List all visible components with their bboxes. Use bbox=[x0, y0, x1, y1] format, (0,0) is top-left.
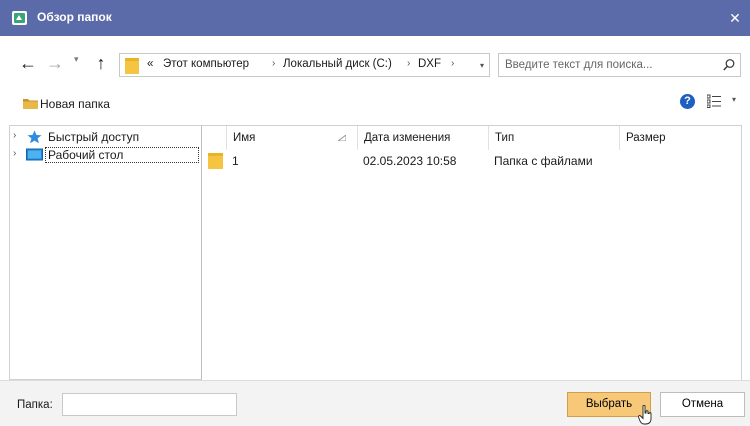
star-icon bbox=[27, 130, 42, 144]
table-row[interactable]: 1 02.05.2023 10:58 Папка с файлами bbox=[202, 150, 741, 172]
cursor-icon bbox=[638, 405, 652, 425]
sort-icon bbox=[338, 135, 346, 141]
row-name: 1 bbox=[232, 154, 239, 168]
file-list: Имя Дата изменения Тип Размер 1 02.05.20… bbox=[202, 125, 742, 380]
window-title: Обзор папок bbox=[37, 10, 112, 24]
row-date: 02.05.2023 10:58 bbox=[363, 154, 457, 168]
search-input[interactable] bbox=[505, 57, 715, 73]
forward-arrow-icon[interactable]: → bbox=[44, 52, 66, 74]
desktop-icon bbox=[26, 148, 43, 161]
breadcrumb-local-disk[interactable]: Локальный диск (C:) bbox=[283, 58, 392, 70]
close-icon[interactable]: ✕ bbox=[720, 0, 750, 36]
folder-input[interactable] bbox=[62, 393, 237, 416]
cancel-button[interactable]: Отмена bbox=[660, 392, 745, 417]
breadcrumb-separator[interactable]: › bbox=[407, 58, 410, 69]
tree-item-quick-access[interactable]: › Быстрый доступ bbox=[10, 128, 201, 146]
column-header-size[interactable]: Размер bbox=[619, 126, 741, 150]
expand-icon[interactable]: › bbox=[13, 148, 16, 159]
view-dropdown[interactable]: ▾ bbox=[732, 95, 736, 104]
folder-icon bbox=[125, 58, 139, 74]
help-icon[interactable]: ? bbox=[680, 94, 695, 109]
new-folder-label: Новая папка bbox=[40, 97, 110, 111]
tree-item-label: Быстрый доступ bbox=[48, 130, 140, 144]
column-header-row: Имя Дата изменения Тип Размер bbox=[202, 126, 741, 150]
search-box bbox=[498, 53, 741, 77]
recent-locations-dropdown[interactable]: ▾ bbox=[74, 54, 79, 65]
tree-item-label: Рабочий стол bbox=[45, 147, 199, 163]
back-arrow-icon[interactable]: ← bbox=[17, 52, 39, 74]
new-folder-icon bbox=[23, 99, 38, 109]
search-icon[interactable] bbox=[722, 58, 736, 72]
breadcrumb-this-pc[interactable]: Этот компьютер bbox=[163, 58, 249, 70]
row-type: Папка с файлами bbox=[494, 154, 593, 168]
folder-icon bbox=[208, 153, 223, 169]
breadcrumb-separator[interactable]: › bbox=[451, 58, 454, 69]
address-overflow[interactable]: « bbox=[147, 58, 153, 70]
view-options-icon[interactable] bbox=[707, 94, 721, 108]
toolbar: Новая папка ? ▾ bbox=[0, 86, 750, 120]
column-header-type[interactable]: Тип bbox=[488, 126, 619, 150]
breadcrumb-dxf[interactable]: DXF bbox=[418, 58, 441, 70]
expand-icon[interactable]: › bbox=[13, 130, 16, 141]
breadcrumb-separator[interactable]: › bbox=[272, 58, 275, 69]
column-header-date[interactable]: Дата изменения bbox=[357, 126, 488, 150]
app-icon bbox=[12, 11, 27, 25]
address-bar[interactable]: « Этот компьютер › Локальный диск (C:) ›… bbox=[119, 53, 490, 77]
folder-label: Папка: bbox=[17, 399, 53, 411]
address-dropdown[interactable]: ▾ bbox=[480, 61, 484, 70]
tree-item-desktop[interactable]: › Рабочий стол bbox=[10, 146, 201, 164]
title-bar: Обзор папок ✕ bbox=[0, 0, 750, 36]
up-arrow-icon[interactable]: ↑ bbox=[90, 52, 112, 74]
navigation-tree: › Быстрый доступ › Рабочий стол bbox=[9, 125, 202, 380]
